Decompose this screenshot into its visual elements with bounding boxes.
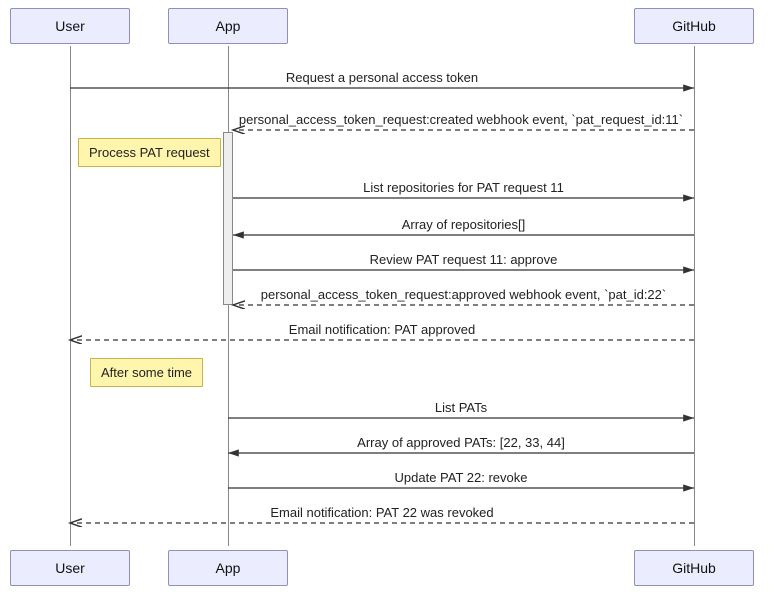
msg-list-pats: List PATs	[228, 400, 694, 415]
note-process-pat: Process PAT request	[78, 138, 221, 167]
participant-github-bottom: GitHub	[634, 550, 754, 586]
participant-user-top: User	[10, 8, 130, 44]
participant-github-top: GitHub	[634, 8, 754, 44]
sequence-diagram: User App GitHub User App GitHub Process …	[0, 0, 783, 601]
msg-array-repos: Array of repositories[]	[233, 217, 694, 232]
msg-list-repos: List repositories for PAT request 11	[233, 180, 694, 195]
activation-app	[223, 132, 233, 305]
lifeline-github	[694, 46, 695, 546]
msg-update-revoke: Update PAT 22: revoke	[228, 470, 694, 485]
msg-review-approve: Review PAT request 11: approve	[233, 252, 694, 267]
lifeline-user	[70, 46, 71, 546]
note-after-time: After some time	[90, 358, 203, 387]
participant-app-bottom: App	[168, 550, 288, 586]
participant-app-top: App	[168, 8, 288, 44]
msg-array-pats: Array of approved PATs: [22, 33, 44]	[228, 435, 694, 450]
participant-user-bottom: User	[10, 550, 130, 586]
msg-webhook-approved: personal_access_token_request:approved w…	[233, 287, 694, 302]
msg-request-token: Request a personal access token	[70, 70, 694, 85]
msg-email-revoked: Email notification: PAT 22 was revoked	[70, 505, 694, 520]
msg-webhook-created: personal_access_token_request:created we…	[228, 112, 694, 127]
msg-email-approved: Email notification: PAT approved	[70, 322, 694, 337]
